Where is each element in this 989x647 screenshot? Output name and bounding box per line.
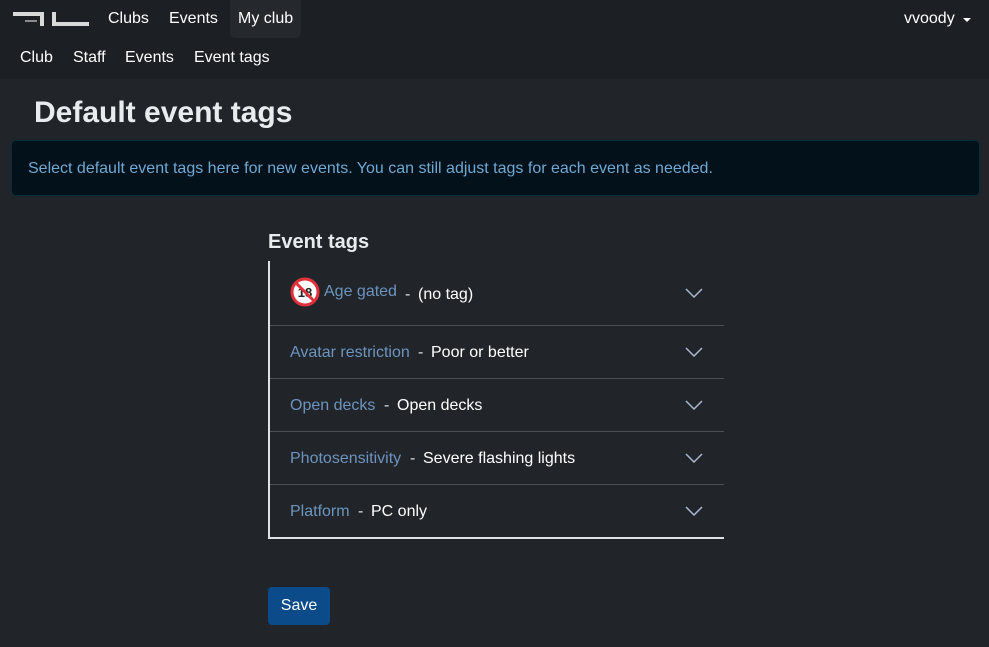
save-button[interactable]: Save (268, 587, 330, 625)
subnav-event-tags[interactable]: Event tags (194, 48, 270, 68)
subnav-events[interactable]: Events (125, 48, 174, 68)
tag-value: (no tag) (418, 286, 474, 303)
tag-value: Poor or better (431, 344, 529, 361)
user-menu[interactable]: vvoody (904, 9, 955, 29)
no-under-18-icon: 18 (290, 277, 320, 307)
chevron-down-icon[interactable] (685, 453, 703, 463)
tag-row-platform[interactable]: Platform - PC only (270, 485, 724, 537)
info-alert-text: Select default event tags here for new e… (28, 160, 713, 177)
tag-label: Photosensitivity (290, 450, 402, 467)
tag-separator: - (405, 286, 411, 303)
caret-down-icon[interactable] (963, 18, 971, 22)
subnav-staff[interactable]: Staff (73, 48, 106, 68)
tag-row-photosensitivity[interactable]: Photosensitivity - Severe flashing light… (270, 432, 724, 485)
top-navbar: Clubs Events My club vvoody Club Staff E… (0, 0, 989, 79)
tag-value: Open decks (397, 397, 483, 414)
tag-value: PC only (371, 503, 428, 520)
tag-label: Open decks (290, 397, 376, 414)
nav-clubs[interactable]: Clubs (108, 9, 149, 29)
tag-label: Avatar restriction (290, 344, 410, 361)
subnav-club[interactable]: Club (20, 48, 53, 68)
tag-row-open-decks[interactable]: Open decks - Open decks (270, 379, 724, 432)
tag-separator: - (418, 344, 424, 361)
info-alert: Select default event tags here for new e… (11, 140, 980, 196)
tag-value: Severe flashing lights (423, 450, 576, 467)
tag-label: Platform (290, 503, 350, 520)
tag-row-age-gated[interactable]: 18 Age gated - (no tag) (270, 261, 724, 326)
event-tags-heading: Event tags (268, 231, 370, 253)
tag-separator: - (358, 503, 364, 520)
tag-label: Age gated (324, 283, 397, 300)
page-title: Default event tags (34, 96, 293, 129)
chevron-down-icon[interactable] (685, 288, 703, 298)
chevron-down-icon[interactable] (685, 347, 703, 357)
tag-row-avatar-restriction[interactable]: Avatar restriction - Poor or better (270, 326, 724, 379)
chevron-down-icon[interactable] (685, 506, 703, 516)
chevron-down-icon[interactable] (685, 400, 703, 410)
site-logo[interactable] (13, 10, 89, 28)
nav-my-club[interactable]: My club (238, 9, 293, 29)
tag-separator: - (410, 450, 416, 467)
event-tags-accordion: 18 Age gated - (no tag) Avatar restricti… (268, 261, 724, 539)
tag-separator: - (384, 397, 390, 414)
nav-events[interactable]: Events (169, 9, 218, 29)
